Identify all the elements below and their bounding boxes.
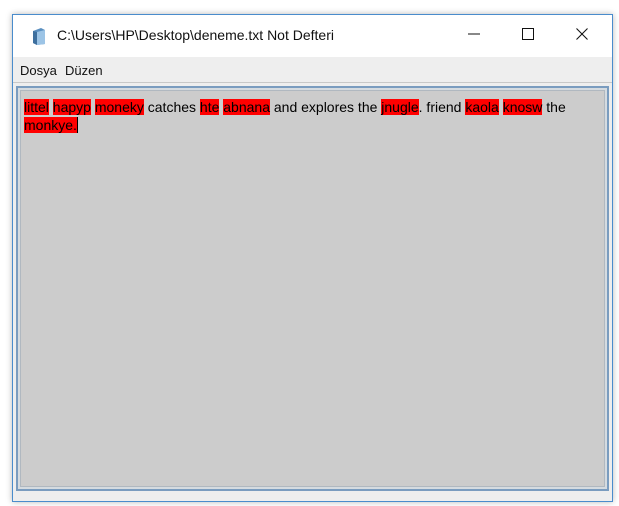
text-editor[interactable]: littel hapyp moneky catches hte abnana a… [20,90,605,487]
minimize-icon [468,27,480,45]
misspelled-word: jnugle [381,99,419,115]
maximize-button[interactable] [505,15,551,57]
text-segment: catches [143,99,200,115]
menu-duzen[interactable]: Düzen [65,63,103,78]
title-bar[interactable]: C:\Users\HP\Desktop\deneme.txt Not Defte… [13,15,612,57]
window-title: C:\Users\HP\Desktop\deneme.txt Not Defte… [57,27,334,43]
misspelled-word: moneky [94,99,144,115]
menu-dosya[interactable]: Dosya [20,63,57,78]
misspelled-word: abnana [223,99,270,115]
notepad-icon [32,28,46,45]
misspelled-word: hapyp [52,99,91,115]
close-button[interactable] [559,15,605,57]
text-segment: and explores the [269,99,382,115]
misspelled-word: knosw [502,99,543,115]
text-segment: . friend [418,99,466,115]
editor-frame: littel hapyp moneky catches hte abnana a… [16,86,609,491]
misspelled-word: kaola [465,99,499,115]
text-caret [76,117,78,133]
misspelled-word: hte [199,99,220,115]
misspelled-word: littel [24,99,49,115]
minimize-button[interactable] [451,15,497,57]
text-segment: the [542,99,566,115]
menu-bar: Dosya Düzen [13,57,612,83]
editor-text: littel hapyp moneky catches hte abnana a… [24,99,566,133]
misspelled-word: monkye. [24,117,77,133]
maximize-icon [522,27,534,45]
notepad-window: C:\Users\HP\Desktop\deneme.txt Not Defte… [12,14,613,502]
close-icon [576,27,588,45]
